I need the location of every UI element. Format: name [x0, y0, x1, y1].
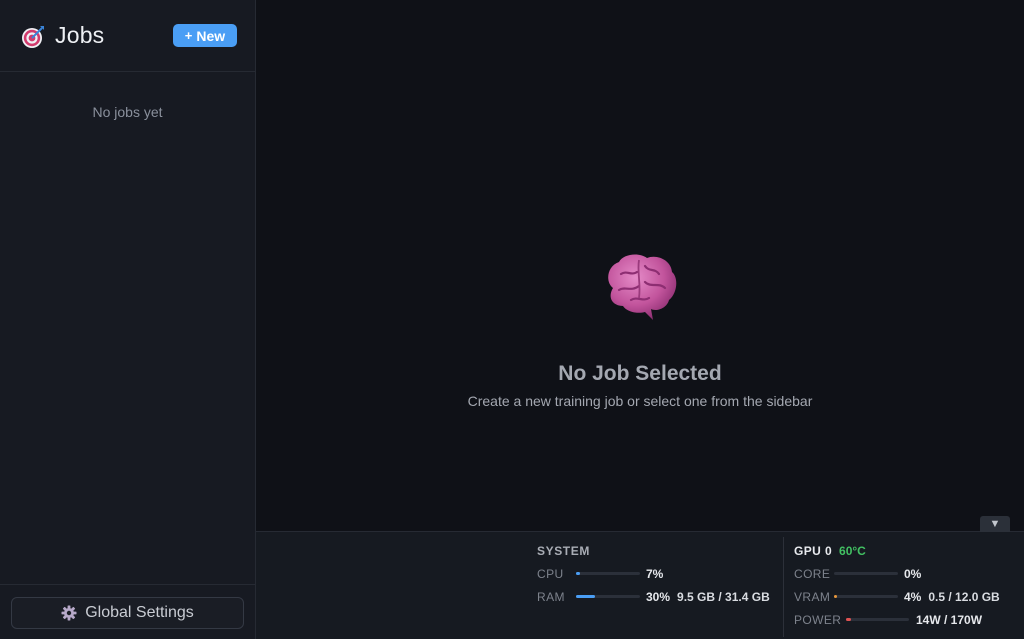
gear-icon [61, 605, 77, 621]
vram-bar [834, 595, 898, 598]
core-value: 0% [904, 566, 922, 581]
gpu-name: GPU 0 [794, 544, 833, 558]
vram-row: VRAM 4% 0.5 / 12.0 GB [794, 585, 1024, 608]
sidebar-footer: Global Settings [0, 584, 255, 639]
main-panel: No Job Selected Create a new training jo… [256, 0, 1024, 531]
vram-detail: 0.5 / 12.0 GB [928, 589, 1000, 604]
empty-jobs-text: No jobs yet [92, 104, 163, 120]
vram-label: VRAM [794, 589, 831, 604]
power-value: 14W / 170W [916, 612, 983, 627]
cpu-label: CPU [537, 566, 564, 581]
power-label: POWER [794, 612, 842, 627]
sidebar-header: Jobs + New [0, 0, 255, 72]
ram-detail: 9.5 GB / 31.4 GB [677, 589, 770, 604]
new-job-button-label: New [196, 27, 226, 44]
core-row: CORE 0% [794, 562, 1024, 585]
sidebar: Jobs + New No jobs yet Global Settings [0, 0, 256, 639]
new-job-button[interactable]: + New [173, 24, 237, 47]
empty-state-title: No Job Selected [558, 362, 722, 385]
plus-icon: + [184, 28, 193, 43]
cpu-row: CPU 7% [537, 562, 783, 585]
gpu-header: GPU 0 60°C [794, 544, 1024, 562]
gpu-stats: GPU 0 60°C CORE 0% VRAM 4% 0.5 / 12.0 GB… [783, 537, 1024, 637]
gpu-temperature: 60°C [839, 544, 866, 558]
ram-label: RAM [537, 589, 565, 604]
system-stats: SYSTEM CPU 7% RAM 30% 9.5 GB / 31.4 GB [537, 544, 783, 608]
ram-bar-fill [576, 595, 596, 598]
power-bar [846, 618, 909, 621]
empty-state-subtitle: Create a new training job or select one … [467, 393, 813, 409]
cpu-bar [576, 572, 640, 575]
core-bar [834, 572, 898, 575]
global-settings-button[interactable]: Global Settings [11, 597, 244, 629]
ram-bar [576, 595, 640, 598]
app-window: Jobs + New No jobs yet Global Settings N… [0, 0, 1024, 639]
vram-bar-fill [834, 595, 837, 598]
ram-row: RAM 30% 9.5 GB / 31.4 GB [537, 585, 783, 608]
power-row: POWER 14W / 170W [794, 608, 1024, 631]
system-title: SYSTEM [537, 544, 590, 558]
brain-icon [608, 254, 677, 320]
collapse-stats-button[interactable]: ▼ [980, 516, 1010, 532]
target-icon [22, 26, 44, 48]
vram-value: 4% [904, 589, 922, 604]
stats-panel: ▼ SYSTEM CPU 7% RAM 30% 9.5 GB / 31.4 GB… [256, 516, 1024, 639]
cpu-value: 7% [646, 566, 664, 581]
chevron-down-icon: ▼ [989, 518, 1001, 530]
power-bar-fill [846, 618, 852, 621]
cpu-bar-fill [576, 572, 581, 575]
core-label: CORE [794, 566, 831, 581]
sidebar-title: Jobs [55, 22, 105, 48]
global-settings-label: Global Settings [85, 604, 194, 621]
ram-value: 30% [646, 589, 671, 604]
